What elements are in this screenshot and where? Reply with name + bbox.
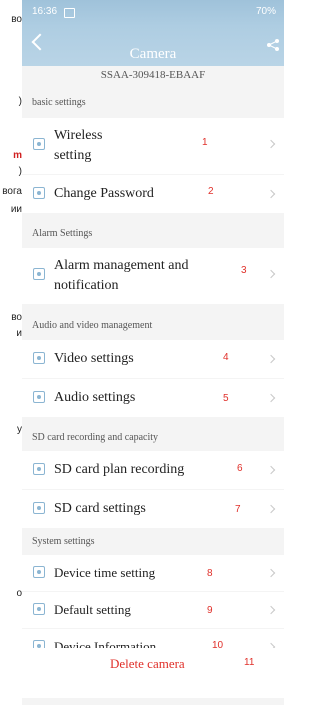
section-sd-card: SD card recording and capacity [32,432,159,443]
row-annotation-number: 6 [237,463,243,474]
video-settings-row[interactable]: Video settings 4 [22,340,284,378]
chevron-right-icon [266,605,276,615]
lock-icon [33,187,45,199]
audio-settings-row[interactable]: Audio settings 5 [22,379,284,417]
default-setting-row[interactable]: Default setting 9 [22,592,284,628]
chevron-right-icon [266,354,276,364]
delete-camera-button[interactable]: Delete camera [110,656,185,672]
chevron-right-icon [266,139,276,149]
change-password-row[interactable]: Change Password 2 [22,175,284,213]
device-time-setting-row[interactable]: Device time setting 8 [22,555,284,591]
chevron-right-icon [266,189,276,199]
sd-card-icon [33,502,45,514]
app-header: 16:36 70% Camera [22,0,284,66]
video-icon [33,352,45,364]
row-label: Alarm management and [54,258,189,273]
section-basic-settings: basic settings [32,97,86,108]
section-alarm-settings: Alarm Settings [32,228,93,239]
wifi-icon [33,138,45,150]
row-label: Change Password [54,186,154,201]
row-annotation-number: 4 [223,352,229,363]
row-label: SD card settings [54,501,146,516]
section-audio-video: Audio and video management [32,320,153,331]
image-notification-icon [64,8,75,18]
status-bar: 16:36 70% [32,6,276,20]
chevron-right-icon [266,393,276,403]
chevron-right-icon [266,568,276,578]
camera-serial: SSAA-309418-EBAAF [100,69,206,81]
row-annotation-number: 11 [244,657,255,668]
row-label: Default setting [54,602,131,617]
row-annotation-number: 5 [223,393,229,404]
background-document: во ) m ) вога ии во и у о [0,0,22,705]
status-battery: 70% [255,6,276,17]
row-annotation-number: 3 [241,265,247,276]
row-label: notification [54,278,119,293]
row-annotation-number: 8 [207,568,213,579]
wireless-setting-row[interactable]: Wireless setting 1 [22,118,284,174]
page-title: Camera [129,46,177,62]
row-annotation-number: 7 [235,504,241,515]
row-label: Audio settings [54,390,136,405]
status-time: 16:36 [32,6,58,17]
bg-fragment: во [11,312,22,323]
sd-card-settings-row[interactable]: SD card settings 7 [22,490,284,528]
row-label: Video settings [54,351,134,366]
sd-record-icon [33,463,45,475]
clock-icon [33,566,45,578]
row-annotation-number: 1 [202,137,208,148]
bg-fragment-highlight: m [13,150,22,161]
audio-icon [33,391,45,403]
row-label: SD card plan recording [54,462,185,477]
section-system-settings: System settings [32,536,95,547]
alarm-management-row[interactable]: Alarm management and notification 3 [22,248,284,304]
phone-screen: 16:36 70% Camera SSAA-309418-EBAAF basic… [22,0,284,705]
row-label: Device time setting [54,565,156,580]
delete-camera-row: Delete camera 11 [22,648,284,698]
row-annotation-number: 2 [208,186,214,197]
bg-fragment: ии [10,204,22,215]
chevron-right-icon [266,504,276,514]
row-label: setting [54,148,92,163]
chevron-right-icon [266,465,276,475]
alarm-icon [33,268,45,280]
chevron-right-icon [266,269,276,279]
row-label: Wireless [54,128,103,143]
bg-fragment: вога [2,186,22,197]
row-annotation-number: 9 [207,605,213,616]
reset-icon [33,603,45,615]
bg-fragment: во [11,14,22,25]
sd-plan-recording-row[interactable]: SD card plan recording 6 [22,451,284,489]
